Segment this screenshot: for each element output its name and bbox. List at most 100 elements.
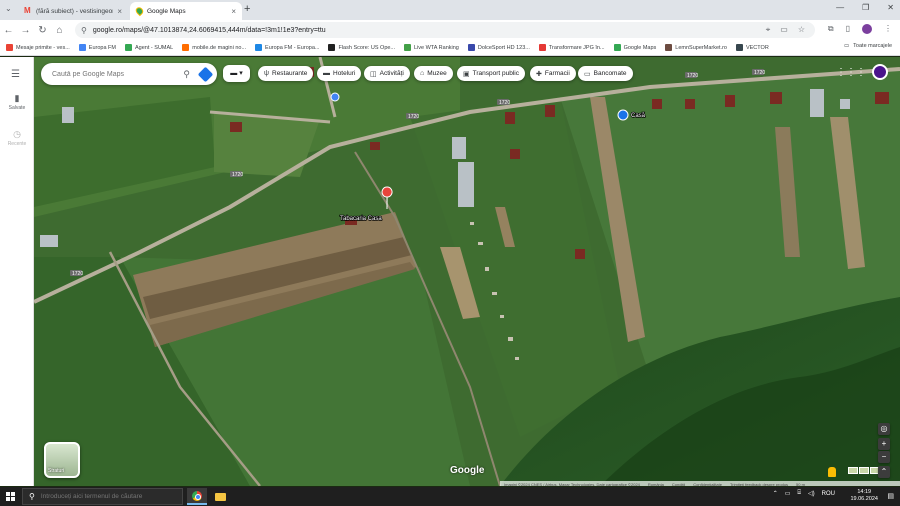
taskbar-search-input[interactable] [40, 493, 182, 500]
taskbar-file-explorer[interactable] [210, 488, 230, 505]
close-icon[interactable]: × [117, 7, 122, 16]
bookmark-star-icon[interactable]: ☆ [798, 25, 805, 35]
volume-icon[interactable]: ◁) [808, 490, 815, 497]
street-view-pegman-icon[interactable] [828, 467, 836, 477]
maps-search-input[interactable] [52, 70, 184, 78]
layers-button[interactable]: Straturi [44, 442, 80, 478]
attribution-item[interactable]: 50 m [796, 482, 805, 487]
expand-icon[interactable]: ⌃ [878, 466, 890, 478]
site-info-icon[interactable]: ⚲ [81, 26, 87, 35]
map-attribution: Imagini ©2024 CNES / Airbus, Maxar Techn… [500, 481, 900, 486]
bookmark-item[interactable]: Agent - SUMAL [125, 44, 173, 51]
transit-pin[interactable] [330, 92, 340, 102]
bookmark-favicon-icon [467, 44, 475, 51]
hotel-filter-button[interactable]: ▬ ▾ [223, 65, 250, 82]
layers-label: Straturi [48, 468, 65, 474]
maps-search-box[interactable]: ⚲ [41, 63, 217, 85]
bus-icon: ▣ [463, 70, 470, 78]
satellite-map[interactable]: 1720 1720 1720 1720 1720 1720 Casă Tabac… [34, 57, 900, 486]
chip-label: Transport public [472, 70, 519, 77]
all-bookmarks-button[interactable]: ▭ Toate marcajele [844, 43, 892, 49]
attribution-item[interactable]: Trimiteți feedback despre produs [730, 482, 788, 487]
bookmark-item[interactable]: Google Maps [613, 44, 657, 51]
bookmark-item[interactable]: Europa FM - Europa... [255, 44, 319, 51]
bookmark-label: VECTOR [745, 44, 769, 51]
bookmark-item[interactable]: mobile.de magini no... [182, 44, 246, 51]
museum-icon: ⌂ [420, 70, 425, 77]
taskbar-chrome[interactable] [187, 488, 207, 505]
my-location-icon[interactable]: ◎ [878, 423, 890, 435]
map-type-thumbnails[interactable] [848, 467, 880, 474]
window-controls: — ❐ ✕ [836, 3, 894, 12]
road-label: 1720 [232, 172, 243, 178]
clock-date: 19.06.2024 [850, 496, 878, 502]
zoom-out-button[interactable]: − [878, 451, 890, 463]
extensions-icon[interactable]: ⧉ [828, 24, 834, 34]
reload-icon[interactable]: ↻ [34, 25, 51, 36]
minimize-icon[interactable]: — [836, 3, 844, 12]
chip-restaurante[interactable]: ψ Restaurante [258, 66, 314, 81]
bookmark-item[interactable]: Live WTA Ranking [404, 44, 459, 51]
attribution-item[interactable]: Confidențialitate [693, 482, 722, 487]
maximize-icon[interactable]: ❐ [862, 3, 869, 12]
side-panel-icon[interactable]: ▯ [846, 24, 850, 34]
battery-icon[interactable]: ▭ [785, 490, 791, 497]
bookmark-item[interactable]: Transformare JPG în... [538, 44, 605, 51]
attribution-item[interactable]: Condiții [672, 482, 685, 487]
forward-icon[interactable]: → [17, 25, 34, 36]
directions-icon[interactable] [197, 66, 214, 82]
clock[interactable]: 14:19 19.06.2024 [850, 489, 878, 503]
road-label: 1720 [687, 73, 698, 79]
chip-activit-i[interactable]: ◫ Activități [364, 66, 410, 81]
apps-grid-icon[interactable]: ⋮⋮⋮ [836, 67, 866, 78]
rail-recent[interactable]: ◷ Recente [0, 129, 34, 147]
chip-transport-public[interactable]: ▣ Transport public [457, 66, 525, 81]
tab-google-maps[interactable]: Google Maps × [130, 2, 242, 20]
bookmark-item[interactable]: LemnSuperMarket.ro [665, 44, 727, 51]
bookmark-item[interactable]: DolceSport HD 123... [467, 44, 530, 51]
notifications-icon[interactable]: ▤ [887, 492, 894, 500]
bookmark-item[interactable]: Flash Score: US Ope... [328, 44, 395, 51]
chip-farmacii[interactable]: ✚ Farmacii [530, 66, 576, 81]
road-label: 1720 [408, 114, 419, 120]
menu-icon[interactable]: ☰ [11, 69, 20, 80]
taskbar-search-box[interactable]: ⚲ [22, 488, 183, 505]
language-indicator[interactable]: ROU [822, 491, 835, 497]
google-maps-view: ☰ ▮ Salvate ◷ Recente 1720 1720 1720 172… [0, 57, 900, 486]
back-icon[interactable]: ← [0, 25, 17, 36]
url-text[interactable]: google.ro/maps/@47.1013874,24.6069415,44… [93, 27, 760, 34]
show-hidden-icons-icon[interactable]: ⌃ [773, 490, 778, 497]
bookmark-label: mobile.de magini no... [192, 44, 247, 51]
profile-avatar[interactable] [862, 24, 872, 34]
attribution-item[interactable]: România [648, 482, 664, 487]
browser-menu-icon[interactable]: ⋮ [884, 24, 892, 34]
bookmark-label: Transformare JPG în... [548, 44, 605, 51]
address-bar[interactable]: ⚲ google.ro/maps/@47.1013874,24.6069415,… [75, 22, 815, 38]
new-tab-button[interactable]: + [244, 3, 250, 15]
search-icon[interactable]: ⚲ [183, 69, 190, 80]
rail-saved-label: Salvate [8, 105, 26, 111]
tab-search-icon[interactable]: ⌄ [5, 4, 12, 13]
close-window-icon[interactable]: ✕ [887, 3, 894, 12]
tab-gmail[interactable]: M (fără subiect) - vestisingeorz... × [18, 2, 128, 20]
bookmark-favicon-icon [735, 44, 743, 51]
install-app-icon[interactable]: ▭ [780, 25, 788, 35]
network-icon[interactable]: ⌸ [797, 490, 801, 497]
bookmark-favicon-icon [78, 44, 86, 51]
close-icon[interactable]: × [231, 7, 236, 16]
zoom-in-button[interactable]: + [878, 438, 890, 450]
bookmark-icon: ▮ [14, 93, 20, 103]
location-icon[interactable]: ⌖ [766, 25, 771, 35]
chip-muzee[interactable]: ⌂ Muzee [414, 66, 453, 81]
bookmark-item[interactable]: Mesaje primite - ves... [6, 44, 70, 51]
account-avatar[interactable] [872, 64, 888, 80]
chip-hoteluri[interactable]: ▬ Hoteluri [317, 66, 362, 81]
home-icon[interactable]: ⌂ [51, 25, 68, 36]
bed-icon: ▬ [323, 70, 330, 77]
rail-saved[interactable]: ▮ Salvate [0, 93, 34, 111]
windows-start-icon[interactable] [6, 492, 15, 501]
chip-bancomate[interactable]: ▭ Bancomate [578, 66, 633, 81]
bookmark-item[interactable]: VECTOR [735, 44, 769, 51]
bookmark-item[interactable]: Europa FM [78, 44, 116, 51]
bookmark-label: Google Maps [623, 44, 657, 51]
